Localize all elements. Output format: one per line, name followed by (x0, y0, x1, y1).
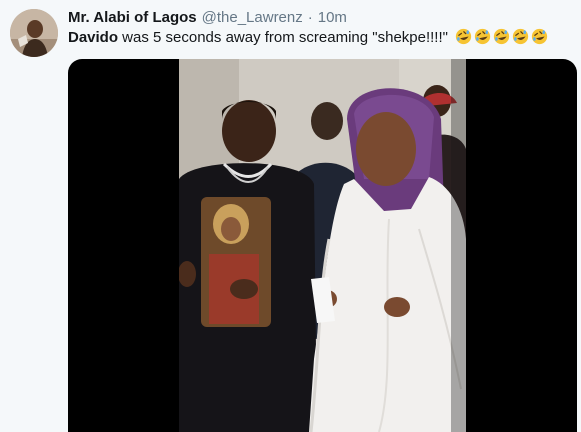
avatar[interactable] (10, 9, 58, 57)
tweet-text-body: was 5 seconds away from screaming "shekp… (118, 29, 448, 46)
rolling-laughing-emoji-icon (475, 28, 491, 45)
tweet-header: Mr. Alabi of Lagos @the_Lawrenz · 10m (68, 8, 347, 28)
video-still-image (179, 59, 466, 432)
rolling-laughing-emoji-icon (456, 28, 472, 45)
emoji-group (455, 28, 548, 45)
rolling-laughing-emoji-icon (494, 28, 510, 45)
rolling-laughing-emoji-icon (513, 28, 529, 45)
separator-dot: · (307, 9, 313, 26)
user-handle[interactable]: @the_Lawrenz (202, 8, 303, 28)
tweet-card[interactable]: Mr. Alabi of Lagos @the_Lawrenz · 10m Da… (0, 0, 581, 432)
timestamp[interactable]: 10m (318, 8, 347, 28)
tweet-text-mention: Davido (68, 29, 119, 46)
tweet-text: Davido was 5 seconds away from screaming… (68, 28, 573, 48)
rolling-laughing-emoji-icon (532, 28, 548, 45)
video-frame[interactable] (179, 59, 466, 432)
video-player[interactable] (68, 59, 577, 432)
display-name[interactable]: Mr. Alabi of Lagos (68, 8, 197, 28)
